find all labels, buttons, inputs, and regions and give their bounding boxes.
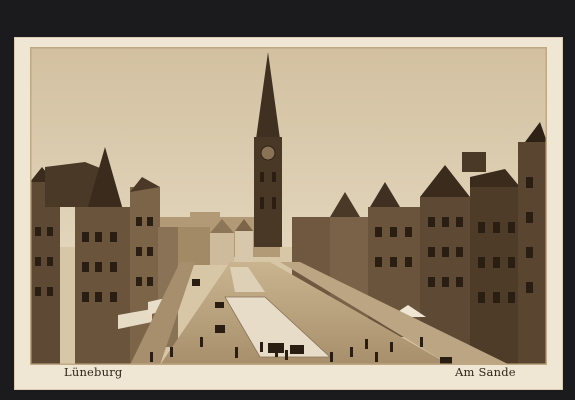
photograph-street-scene (30, 47, 547, 365)
street-scene-illustration (30, 47, 547, 365)
postcard: Lüneburg Am Sande (14, 37, 563, 390)
caption-city: Lüneburg (64, 365, 123, 379)
caption-location: Am Sande (455, 365, 516, 379)
tower-clock (260, 145, 276, 161)
